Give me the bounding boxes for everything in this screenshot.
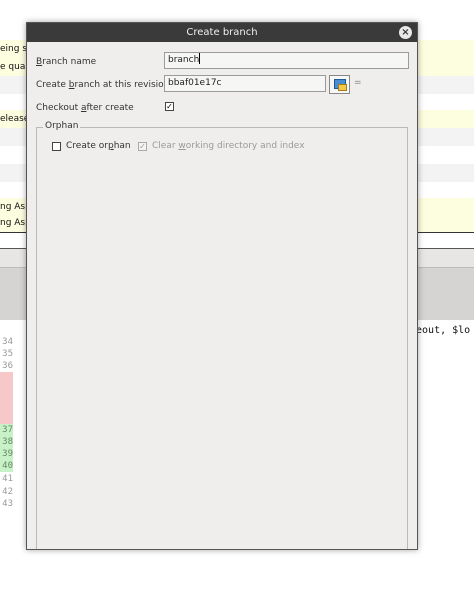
create-branch-dialog: Create branch × Branch name branch Creat… bbox=[26, 22, 418, 550]
close-icon[interactable]: × bbox=[399, 26, 412, 39]
create-orphan-checkbox[interactable] bbox=[52, 142, 61, 151]
line-number: 41 bbox=[2, 474, 13, 484]
line-number: 43 bbox=[2, 499, 13, 509]
revision-input[interactable]: bbaf01e17c bbox=[164, 75, 326, 92]
line-number: 38 bbox=[0, 436, 13, 448]
revision-label: Create branch at this revision bbox=[36, 80, 170, 90]
checkout-after-create-checkbox[interactable]: ✓ bbox=[165, 102, 174, 111]
line-number: 39 bbox=[0, 448, 13, 460]
pencil-icon bbox=[338, 84, 347, 91]
dialog-title: Create branch bbox=[186, 27, 258, 38]
line-number: 37 bbox=[0, 424, 13, 436]
orphan-group-title: Orphan bbox=[43, 121, 81, 131]
revision-equals: = bbox=[354, 78, 362, 88]
text-caret bbox=[199, 53, 201, 64]
create-orphan-label[interactable]: Create orphan bbox=[66, 141, 131, 151]
clear-working-directory-checkbox: ✓ bbox=[138, 142, 147, 151]
orphan-group bbox=[36, 127, 408, 549]
background-text: elease bbox=[0, 114, 30, 124]
dialog-titlebar[interactable]: Create branch × bbox=[27, 23, 417, 42]
branch-name-input[interactable]: branch bbox=[164, 52, 409, 69]
branch-name-label: Branch name bbox=[36, 57, 97, 67]
line-number: 35 bbox=[2, 349, 13, 359]
checkout-label: Checkout after create bbox=[36, 103, 134, 113]
line-number: 34 bbox=[2, 337, 13, 347]
line-number: 40 bbox=[0, 460, 13, 472]
line-number: 42 bbox=[2, 487, 13, 497]
deleted-lines-marker bbox=[0, 372, 13, 424]
clear-working-directory-label: Clear working directory and index bbox=[152, 141, 305, 151]
commit-picker-button[interactable] bbox=[329, 75, 350, 94]
line-number: 36 bbox=[2, 361, 13, 371]
code-line: neout, $lo bbox=[410, 325, 471, 336]
